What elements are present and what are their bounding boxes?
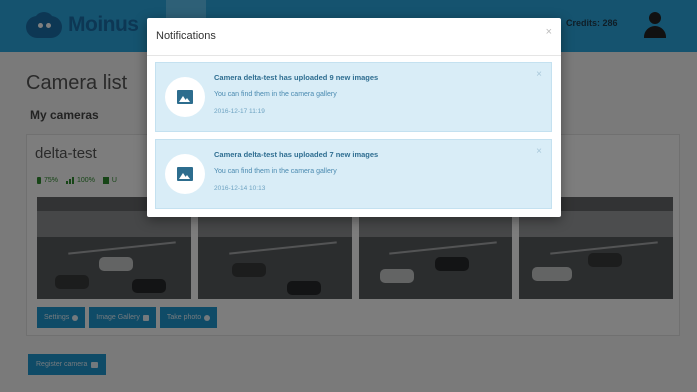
notification-avatar: [165, 77, 205, 117]
notification-body: You can find them in the camera gallery: [214, 168, 337, 175]
notification-timestamp: 2016-12-14 10:13: [214, 185, 266, 192]
notification-avatar: [165, 154, 205, 194]
notification-title: Camera delta-test has uploaded 9 new ima…: [214, 73, 379, 82]
notification-title: Camera delta-test has uploaded 7 new ima…: [214, 150, 379, 159]
close-icon[interactable]: ×: [536, 146, 542, 157]
image-icon: [177, 167, 193, 181]
notifications-modal: Notifications × Camera delta-test has up…: [147, 18, 561, 217]
modal-title: Notifications: [156, 30, 216, 42]
notification-body: You can find them in the camera gallery: [214, 91, 337, 98]
close-icon[interactable]: ×: [536, 69, 542, 80]
notification-timestamp: 2016-12-17 11:19: [214, 108, 265, 115]
modal-header: Notifications ×: [147, 18, 561, 56]
image-icon: [177, 90, 193, 104]
close-icon[interactable]: ×: [546, 26, 552, 38]
notification-item[interactable]: Camera delta-test has uploaded 7 new ima…: [155, 139, 552, 209]
notification-item[interactable]: Camera delta-test has uploaded 9 new ima…: [155, 62, 552, 132]
